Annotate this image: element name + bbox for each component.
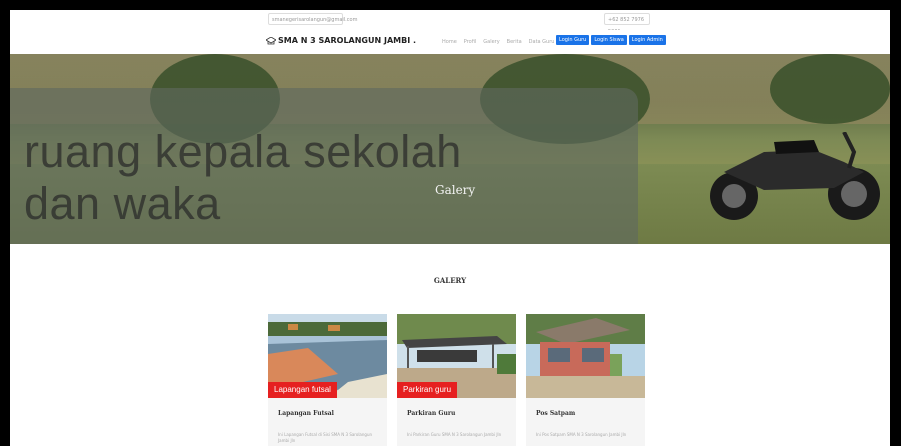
gallery-card[interactable]: Parkiran guru Parkiran Guru Ini Parkiran… [397,314,516,446]
menu-item-berita[interactable]: Berita [507,39,522,45]
section-title: GALERY [433,276,467,285]
card-photo: Lapangan futsal [268,314,387,398]
gallery-card[interactable]: Lapangan futsal Lapangan Futsal Ini Lapa… [268,314,387,446]
card-title[interactable]: Parkiran Guru [407,410,455,417]
school-logo-icon [266,36,276,44]
brand[interactable]: SMA N 3 SAROLANGUN JAMBI . [266,36,416,45]
card-title[interactable]: Pos Satpam [536,410,575,417]
top-info-bar: smanegerisarolangun@gmail.com +62 852 79… [10,10,890,35]
email-display: smanegerisarolangun@gmail.com [268,13,357,25]
card-description: Ini Parkiran Guru SMA N 3 Sarolangun Jam… [407,432,502,437]
menu-item-home[interactable]: Home [442,39,457,45]
card-title[interactable]: Lapangan Futsal [278,410,334,417]
gallery-cards: Lapangan futsal Lapangan Futsal Ini Lapa… [268,314,645,446]
page: smanegerisarolangun@gmail.com +62 852 79… [10,10,890,446]
navbar: SMA N 3 SAROLANGUN JAMBI . Home Profil G… [10,30,890,54]
card-tag: Lapangan futsal [268,382,337,398]
card-photo: Parkiran guru [397,314,516,398]
login-buttons: Login Guru Login Siswa Login Admin [556,35,666,45]
motorcycle-photo [710,132,880,220]
card-photo [526,314,645,398]
hero-caption: ruang kepala sekolah dan waka [24,126,462,230]
menu-item-profil[interactable]: Profil [464,39,476,45]
login-guru-button[interactable]: Login Guru [556,35,590,45]
phone-display: +62 852 7976 5001 [604,13,650,35]
menu-item-data-guru[interactable]: Data Guru [529,39,555,45]
main-menu: Home Profil Galery Berita Data Guru [442,39,554,45]
gallery-card[interactable]: Pos Satpam Ini Pos Satpam SMA N 3 Sarola… [526,314,645,446]
menu-item-galery[interactable]: Galery [483,39,499,45]
card-tag: Parkiran guru [397,382,458,398]
login-siswa-button[interactable]: Login Siswa [591,35,627,45]
card-description: Ini Lapangan Futsal di Sisi SMA N 3 Saro… [278,432,373,443]
security-post-image [526,314,645,398]
hero-caption-line2: dan waka [24,178,221,229]
brand-name: SMA N 3 SAROLANGUN JAMBI . [278,36,416,45]
card-description: Ini Pos Satpam SMA N 3 Sarolangun Jambi … [536,432,627,437]
hero-banner: ruang kepala sekolah dan waka Galery [10,54,890,244]
login-admin-button[interactable]: Login Admin [628,35,666,45]
hero-label: Galery [435,183,476,197]
hero-tree [770,54,890,124]
hero-caption-line1: ruang kepala sekolah [24,126,462,177]
